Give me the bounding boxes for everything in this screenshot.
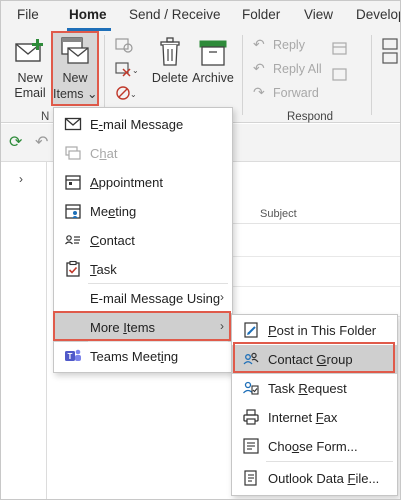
reply-button[interactable]: ↶ Reply	[253, 36, 333, 56]
list-row-divider	[231, 256, 400, 257]
reply-icon: ↶	[253, 36, 265, 52]
post-icon	[242, 321, 260, 339]
menu-item-label: E-mail Message Using	[90, 291, 221, 306]
menu-item-outlook-data-file[interactable]: Outlook Data File...	[232, 464, 397, 493]
teams-icon: T	[64, 347, 82, 365]
reply-label: Reply	[273, 38, 305, 52]
submenu-arrow-icon: ›	[220, 290, 224, 304]
group-label-respond: Respond	[287, 111, 334, 123]
forward-button[interactable]: ↷ Forward	[253, 84, 333, 104]
junk-icon[interactable]: ⌄	[115, 85, 137, 101]
outlook-window: File Home Send / Receive Folder View Dev…	[0, 0, 401, 500]
ignore-icon	[115, 38, 133, 53]
tab-developer[interactable]: Develop	[356, 7, 400, 22]
meeting-icon	[64, 202, 82, 220]
menu-separator	[88, 341, 228, 342]
more-items-highlight	[53, 311, 231, 341]
chat-icon	[64, 144, 82, 162]
svg-text:⌄: ⌄	[132, 66, 137, 75]
menu-item-internet-fax[interactable]: Internet Fax	[232, 403, 397, 432]
form-icon	[242, 437, 260, 455]
menu-item-label: Task	[90, 262, 117, 277]
menu-item-label: Meeting	[90, 204, 137, 219]
tab-send-receive[interactable]: Send / Receive	[129, 7, 221, 22]
archive-icon	[199, 40, 227, 66]
data-file-icon	[242, 469, 260, 487]
menu-item-label: Outlook Data File...	[268, 471, 380, 486]
menu-item-label: Choose Form...	[268, 439, 358, 454]
group-label-new: N	[41, 111, 50, 123]
more-respond-icon	[332, 68, 347, 81]
svg-text:T: T	[68, 352, 73, 361]
menu-item-task-request[interactable]: Task Request	[232, 374, 397, 403]
reply-all-icon: ↶	[253, 60, 265, 76]
group-separator	[242, 35, 243, 115]
quick-steps-icon	[382, 38, 398, 64]
clean-up-icon[interactable]: ⌄	[115, 61, 137, 77]
undo-icon[interactable]: ↶	[35, 132, 48, 152]
calendar-icon	[64, 173, 82, 191]
menu-item-label: E-mail Message	[90, 117, 184, 132]
menu-item-label: Contact	[90, 233, 135, 248]
menu-separator	[88, 283, 228, 284]
envelope-icon	[64, 115, 82, 133]
archive-label: Archive	[192, 71, 234, 85]
group-separator	[104, 35, 105, 115]
delete-button[interactable]: Delete	[149, 35, 191, 105]
tab-view[interactable]: View	[304, 7, 333, 22]
task-request-icon	[242, 379, 260, 397]
new-email-icon	[15, 39, 43, 62]
menu-item-label: Chat	[90, 146, 118, 161]
menu-item-chat[interactable]: Chat	[54, 139, 232, 168]
new-email-label-2: Email	[14, 86, 46, 100]
menu-item-label: Teams Meeting	[90, 349, 179, 364]
menu-item-teams-meeting[interactable]: T Teams Meeting	[54, 342, 232, 371]
delete-label: Delete	[151, 71, 189, 85]
contact-group-highlight	[233, 342, 395, 373]
message-list-header: Subject	[231, 206, 400, 224]
menu-item-label: Internet Fax	[268, 410, 338, 425]
menu-item-meeting[interactable]: Meeting	[54, 197, 232, 226]
column-subject[interactable]: Subject	[260, 208, 297, 220]
reply-all-button[interactable]: ↶ Reply All	[253, 60, 333, 80]
menu-item-e-mail-message-using[interactable]: E-mail Message Using ›	[54, 284, 232, 313]
menu-item-task[interactable]: Task	[54, 255, 232, 284]
group-separator	[371, 35, 372, 115]
menu-item-post-in-this-folder[interactable]: Post in This Folder	[232, 316, 397, 345]
menu-item-contact[interactable]: Contact	[54, 226, 232, 255]
menu-item-label: Appointment	[90, 175, 163, 190]
menu-item-choose-form[interactable]: Choose Form...	[232, 432, 397, 461]
reply-all-label: Reply All	[273, 62, 322, 76]
ribbon-tab-bar: File Home Send / Receive Folder View Dev…	[1, 1, 400, 31]
contact-card-icon	[64, 231, 82, 249]
forward-icon: ↷	[253, 84, 265, 100]
new-email-button[interactable]: New Email	[9, 35, 51, 105]
archive-button[interactable]: Archive	[191, 35, 235, 105]
new-email-label-1: New	[17, 71, 43, 85]
forward-label: Forward	[273, 86, 319, 100]
send-receive-icon[interactable]: ⟳	[9, 132, 22, 152]
menu-separator	[266, 461, 393, 462]
list-row-divider	[231, 286, 400, 287]
tab-file[interactable]: File	[17, 7, 39, 22]
meeting-reply-icon	[332, 42, 347, 55]
trash-icon	[160, 37, 180, 66]
fax-icon	[242, 408, 260, 426]
tab-home[interactable]: Home	[69, 7, 107, 22]
menu-item-appointment[interactable]: Appointment	[54, 168, 232, 197]
expand-folder-pane-icon[interactable]: ›	[19, 172, 23, 186]
menu-item-label: Task Request	[268, 381, 347, 396]
tab-folder[interactable]: Folder	[242, 7, 280, 22]
menu-item-label: Post in This Folder	[268, 323, 377, 338]
new-items-highlight	[51, 31, 99, 106]
svg-text:⌄: ⌄	[130, 90, 137, 99]
menu-item-e-mail-message[interactable]: E-mail Message	[54, 110, 232, 139]
task-icon	[64, 260, 82, 278]
folder-pane: ›	[1, 162, 47, 499]
